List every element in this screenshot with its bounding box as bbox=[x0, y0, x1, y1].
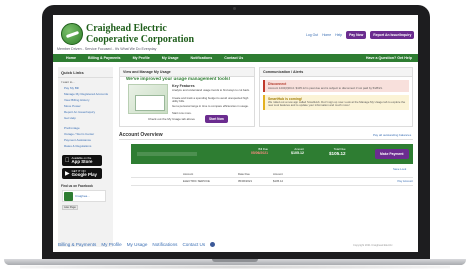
amount-value: $105.12 bbox=[291, 151, 304, 155]
tagline: Member Driven - Service Focused - It's W… bbox=[57, 47, 157, 51]
amount-column: Amount $105.12 bbox=[291, 147, 304, 155]
detail-divider bbox=[131, 185, 413, 186]
app-store-text: Available on the App Store bbox=[67, 155, 93, 164]
smarthub-alert-text: We rolled out a new app called SmartHub.… bbox=[268, 100, 406, 108]
key-feature-item: Create and track a spending budget to av… bbox=[172, 96, 249, 104]
get-help-link[interactable]: Have a Question? Get Help bbox=[366, 54, 412, 62]
account-overview-divider bbox=[119, 139, 413, 140]
laptop-screen: Craighead Electric Cooperative Corporati… bbox=[53, 15, 418, 252]
laptop-base-notch bbox=[212, 259, 258, 262]
help-link[interactable]: Help bbox=[335, 33, 342, 37]
key-feature-item: Analyze and understand usage trends to f… bbox=[172, 88, 250, 92]
disconnect-alert-text: Account 1234(0)00-0. $105.12 is past due… bbox=[268, 86, 383, 90]
facebook-card[interactable]: Craighea... bbox=[62, 190, 106, 202]
facebook-icon[interactable] bbox=[210, 242, 216, 247]
laptop-camera bbox=[233, 7, 236, 10]
table-row: ELECTRIC SERVICE 05/06/2021 $105.12 Pay … bbox=[183, 179, 413, 183]
main-nav: Home Billing & Payments My Profile My Us… bbox=[53, 54, 418, 62]
copyright-text: Copyright 2021 Craighead Electric bbox=[353, 244, 393, 247]
nav-profile[interactable]: My Profile bbox=[128, 56, 155, 60]
save-look-link[interactable]: Save Look bbox=[393, 167, 406, 171]
footer-link-contact[interactable]: Contact Us bbox=[182, 242, 205, 247]
play-icon: ▶ bbox=[65, 170, 70, 177]
logo-text-line1[interactable]: Craighead Electric bbox=[86, 23, 167, 34]
communication-panel-title: Communication / Alerts bbox=[260, 68, 412, 77]
total-due-value: $105.12 bbox=[329, 151, 346, 156]
coop-logo-icon[interactable] bbox=[61, 23, 83, 45]
nav-billing[interactable]: Billing & Payments bbox=[83, 56, 126, 60]
usage-illustration bbox=[128, 84, 168, 114]
pay-now-button[interactable]: Pay Now bbox=[346, 31, 367, 39]
footer-link-notifications[interactable]: Notifications bbox=[152, 242, 177, 247]
facebook-title: Find us on Facebook bbox=[61, 184, 93, 188]
bill-due-value: 05/06/2021 bbox=[251, 151, 268, 155]
logo-text-line2[interactable]: Cooperative Corporation bbox=[86, 34, 194, 45]
facebook-like-button[interactable]: Like Page bbox=[62, 205, 78, 210]
footer-link-billing[interactable]: Billing & Payments bbox=[58, 242, 96, 247]
detail-header-row: Account Date Due Amount bbox=[183, 172, 413, 176]
nav-home[interactable]: Home bbox=[61, 56, 81, 60]
top-links: Log Out Home Help Pay Now Report An Issu… bbox=[306, 31, 415, 39]
laptop-shadow bbox=[20, 265, 450, 269]
report-issue-button[interactable]: Report An Issue/Inquiry bbox=[370, 31, 415, 39]
detail-date: 05/06/2021 bbox=[238, 179, 252, 183]
communication-panel: Communication / Alerts Disconnect Accoun… bbox=[259, 67, 413, 127]
detail-amount: $105.12 bbox=[273, 179, 284, 183]
total-due-column: Total Due $105.12 bbox=[329, 147, 346, 156]
app-store-badge[interactable]:  Available on theApp Store bbox=[62, 155, 102, 166]
nav-notifications[interactable]: Notifications bbox=[186, 56, 218, 60]
detail-head-amount: Amount bbox=[273, 172, 283, 176]
quick-links-sidebar: Quick Links I want to... Pay My Bill Man… bbox=[58, 67, 113, 247]
account-overview-title: Account Overview bbox=[119, 132, 163, 138]
bill-due-column: Bill Due 05/06/2021 bbox=[251, 147, 268, 155]
quick-links-subtitle: I want to... bbox=[61, 80, 75, 84]
pay-account-link[interactable]: Pay Account bbox=[303, 179, 413, 183]
detail-head-action bbox=[303, 172, 413, 176]
google-play-text: GET IT ON Google Play bbox=[71, 168, 97, 177]
smarthub-alert: SmartHub is coming! We rolled out a new … bbox=[263, 95, 409, 110]
nav-usage[interactable]: My Usage bbox=[157, 56, 184, 60]
footer-links: Billing & Payments My Profile My Usage N… bbox=[58, 242, 216, 247]
account-summary-bar: Bill Due 05/06/2021 Amount $105.12 Total… bbox=[131, 144, 413, 164]
detail-divider bbox=[131, 177, 413, 178]
key-feature-item: Get a personal range in time to compare … bbox=[172, 104, 249, 108]
home-link[interactable]: Home bbox=[322, 33, 331, 37]
pay-all-balances-link[interactable]: Pay all outstanding balances bbox=[373, 133, 411, 137]
detail-head-date: Date Due bbox=[238, 172, 250, 176]
facebook-avatar bbox=[64, 191, 73, 201]
footer-link-profile[interactable]: My Profile bbox=[101, 242, 121, 247]
detail-service: ELECTRIC SERVICE bbox=[183, 179, 210, 183]
facebook-page-name[interactable]: Craighea... bbox=[75, 194, 90, 198]
footer-link-usage[interactable]: My Usage bbox=[127, 242, 148, 247]
disconnect-alert: Disconnect Account 1234(0)00-0. $105.12 … bbox=[263, 80, 409, 92]
detail-head-account: Account bbox=[183, 172, 194, 176]
usage-hero-text: We've improved your usage management too… bbox=[126, 76, 231, 81]
usage-footer-text: Check out the My Usage tab above bbox=[148, 117, 195, 121]
usage-panel: View and Manage My Usage We've improved … bbox=[119, 67, 255, 127]
nav-contact[interactable]: Contact Us bbox=[219, 56, 248, 60]
logout-link[interactable]: Log Out bbox=[306, 33, 318, 37]
quick-links-title: Quick Links bbox=[58, 67, 113, 78]
start-now-button[interactable]: Start Now bbox=[205, 115, 228, 123]
account-number-redacted bbox=[137, 152, 197, 156]
make-payment-button[interactable]: Make Payment bbox=[375, 149, 409, 159]
google-play-badge[interactable]: ▶ GET IT ON Google Play bbox=[62, 168, 102, 179]
apple-icon:  bbox=[65, 158, 70, 164]
